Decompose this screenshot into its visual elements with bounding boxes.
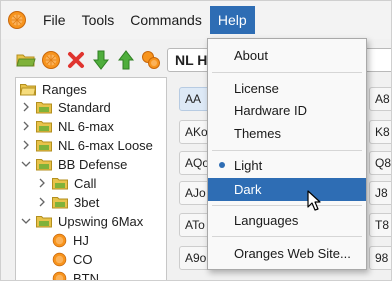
delete-button[interactable] xyxy=(65,49,87,71)
tree-item-hj[interactable]: HJ xyxy=(52,230,89,250)
tree-item-label: Upswing 6Max xyxy=(58,213,144,229)
chevron-down-icon[interactable] xyxy=(20,215,32,227)
menu-file[interactable]: File xyxy=(35,6,74,34)
folder-icon xyxy=(36,158,52,170)
folder-icon xyxy=(36,101,52,113)
menu-separator xyxy=(212,150,362,151)
grid-cell[interactable]: T8 xyxy=(369,213,391,237)
orange-app-icon xyxy=(8,11,26,29)
menu-item-about[interactable]: About xyxy=(208,44,366,67)
grid-cell[interactable]: 98 xyxy=(369,246,391,270)
multi-range-button[interactable] xyxy=(140,49,162,71)
folder-open-icon xyxy=(16,54,36,67)
folder-icon xyxy=(52,196,68,208)
menu-separator xyxy=(212,205,362,206)
tree-item-ranges[interactable]: Ranges xyxy=(20,79,87,99)
tree-item-label: Ranges xyxy=(42,81,87,97)
menu-bar: File Tools Commands Help xyxy=(1,1,391,39)
move-down-button[interactable] xyxy=(90,49,112,71)
menu-tools[interactable]: Tools xyxy=(74,6,123,34)
menu-item-label: Dark xyxy=(234,182,262,197)
tree-item-label: Call xyxy=(74,175,97,191)
radio-selected-icon xyxy=(219,162,225,168)
orange-icon xyxy=(52,252,67,266)
oranges-icon xyxy=(142,51,160,69)
move-up-button[interactable] xyxy=(115,49,137,71)
ranges-tree[interactable]: Ranges Standard NL 6-max NL 6-max Loose … xyxy=(15,77,167,281)
delete-x-icon xyxy=(68,52,84,68)
tree-item-nl-6-max[interactable]: NL 6-max xyxy=(20,116,114,136)
menu-item-label: Light xyxy=(234,158,263,173)
tree-item-label: CO xyxy=(73,251,93,267)
menu-item-languages[interactable]: Languages xyxy=(208,209,366,232)
help-menu-dropdown: About License Hardware ID Themes Light D… xyxy=(207,38,367,270)
mouse-cursor-icon xyxy=(307,190,321,211)
tree-item-label: BB Defense xyxy=(58,156,128,172)
menu-item-dark[interactable]: Dark xyxy=(208,178,366,201)
orange-icon xyxy=(52,271,67,280)
tree-item-label: BTN xyxy=(73,270,99,281)
tree-item-upswing-6max[interactable]: Upswing 6Max xyxy=(20,211,143,231)
menu-item-themes[interactable]: Themes xyxy=(208,122,366,145)
menu-separator xyxy=(212,236,362,237)
menu-separator xyxy=(212,72,362,73)
arrow-up-icon xyxy=(118,50,134,70)
chevron-right-icon[interactable] xyxy=(36,196,48,208)
chevron-right-icon[interactable] xyxy=(20,120,32,132)
grid-cell[interactable]: K8 xyxy=(369,120,391,144)
chevron-right-icon[interactable] xyxy=(36,177,48,189)
orange-icon xyxy=(42,51,60,69)
app-window: File Tools Commands Help NL H Ranges Sta… xyxy=(0,0,392,281)
orange-icon xyxy=(52,233,67,247)
toolbar xyxy=(1,45,171,75)
grid-cell[interactable]: J8 xyxy=(369,181,391,205)
tree-item-label: Standard xyxy=(58,99,111,115)
open-folder-button[interactable] xyxy=(15,49,37,71)
tree-item-co[interactable]: CO xyxy=(52,249,93,269)
chevron-right-icon[interactable] xyxy=(20,139,32,151)
menu-item-license[interactable]: License xyxy=(208,77,366,100)
tree-item-label: NL 6-max xyxy=(58,118,114,134)
tree-item-label: NL 6-max Loose xyxy=(58,137,153,153)
chevron-right-icon[interactable] xyxy=(20,101,32,113)
tree-item-3bet[interactable]: 3bet xyxy=(36,192,99,212)
tree-item-standard[interactable]: Standard xyxy=(20,97,111,117)
folder-icon xyxy=(36,139,52,151)
grid-cell[interactable]: A8 xyxy=(369,87,391,111)
tree-item-btn[interactable]: BTN xyxy=(52,268,99,281)
tree-item-bb-defense[interactable]: BB Defense xyxy=(20,154,127,174)
tree-item-label: 3bet xyxy=(74,194,100,210)
menu-help[interactable]: Help xyxy=(209,6,255,34)
menu-item-light[interactable]: Light xyxy=(208,154,366,177)
folder-icon xyxy=(36,120,52,132)
menu-commands[interactable]: Commands xyxy=(122,6,210,34)
tree-item-call[interactable]: Call xyxy=(36,173,96,193)
folder-icon xyxy=(52,177,68,189)
arrow-down-icon xyxy=(93,50,109,70)
menu-item-hardware-id[interactable]: Hardware ID xyxy=(208,99,366,122)
grid-cell[interactable]: Q8 xyxy=(369,151,391,175)
chevron-down-icon[interactable] xyxy=(20,158,32,170)
new-range-button[interactable] xyxy=(40,49,62,71)
folder-open-icon xyxy=(20,83,36,95)
folder-icon xyxy=(36,215,52,227)
tree-item-nl-6-max-loose[interactable]: NL 6-max Loose xyxy=(20,135,153,155)
menu-item-website[interactable]: Oranges Web Site... xyxy=(208,242,366,265)
tree-item-label: HJ xyxy=(73,232,89,248)
